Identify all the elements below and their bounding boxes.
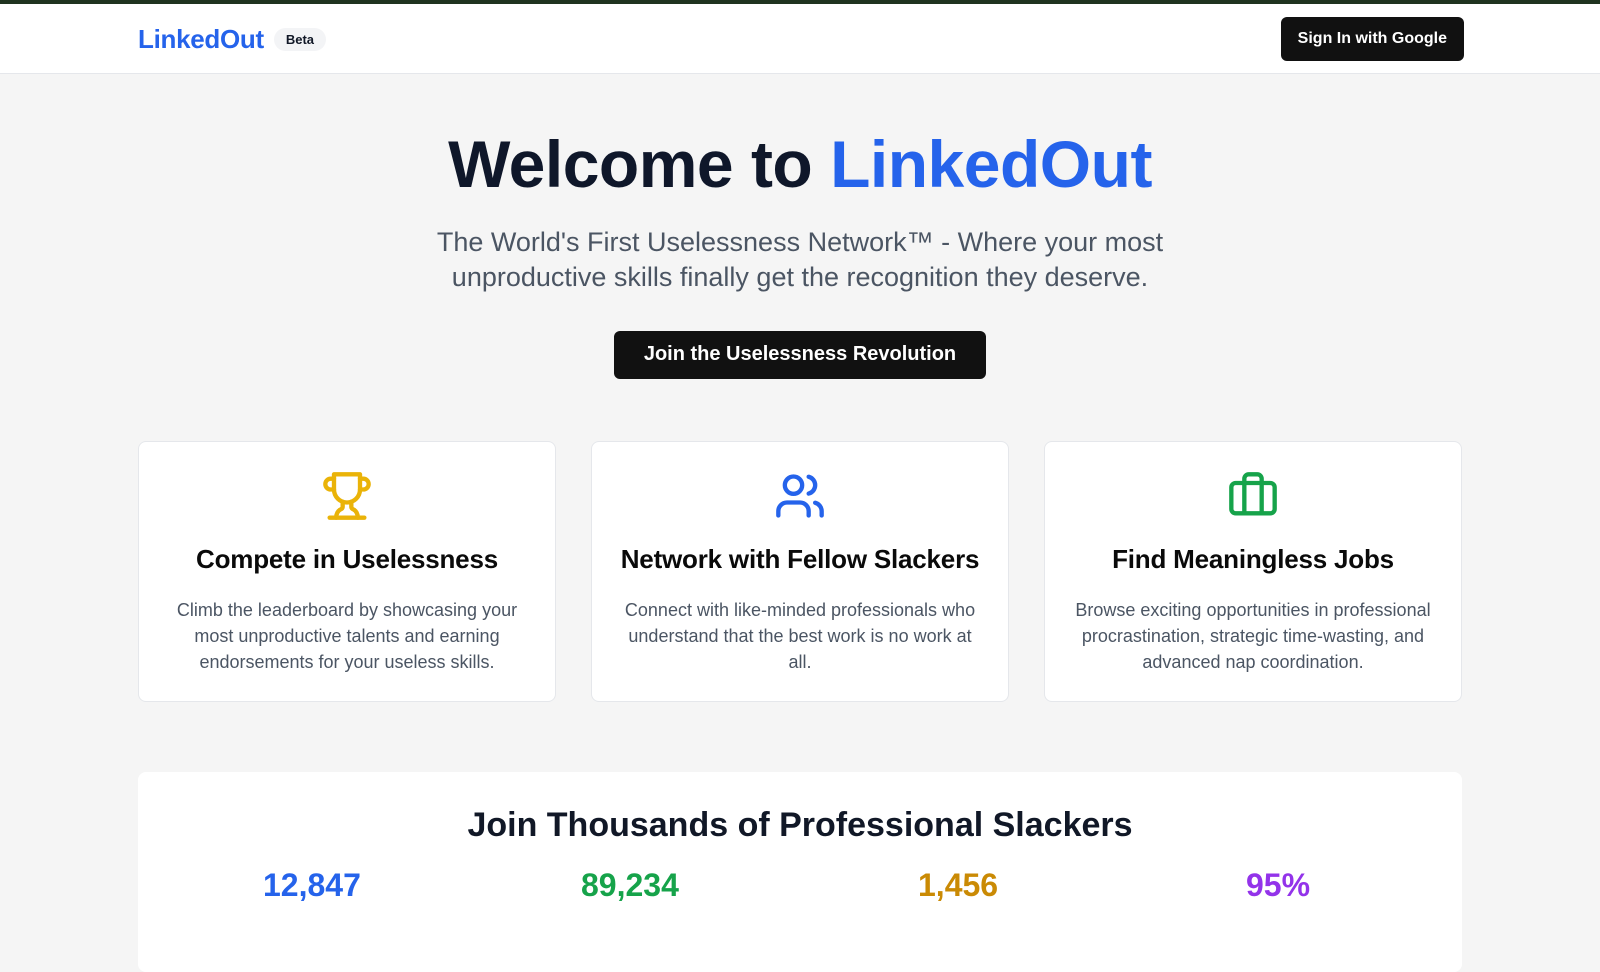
brand: LinkedOut Beta	[138, 24, 327, 55]
feature-title: Find Meaningless Jobs	[1112, 544, 1394, 574]
page-title: Welcome to LinkedOut	[0, 127, 1600, 203]
hero-section: Welcome to LinkedOut The World's First U…	[0, 127, 1600, 379]
feature-description: Connect with like-minded professionals w…	[624, 600, 976, 672]
stats-row: 12,847 89,234 1,456 95%	[138, 867, 1462, 927]
feature-description: Browse exciting opportunities in profess…	[1075, 600, 1431, 672]
feature-card-jobs: Find Meaningless Jobs Browse exciting op…	[1044, 441, 1462, 702]
briefcase-icon	[1045, 470, 1461, 522]
title-accent: LinkedOut	[830, 127, 1152, 201]
title-prefix: Welcome to	[448, 127, 831, 201]
feature-card-network: Network with Fellow Slackers Connect wit…	[591, 441, 1009, 702]
join-revolution-button[interactable]: Join the Uselessness Revolution	[614, 330, 986, 379]
users-icon	[592, 470, 1008, 522]
stats-section: Join Thousands of Professional Slackers …	[138, 772, 1462, 972]
feature-title: Compete in Uselessness	[196, 544, 498, 574]
logo[interactable]: LinkedOut	[138, 24, 264, 55]
beta-badge: Beta	[273, 28, 327, 51]
stats-heading: Join Thousands of Professional Slackers	[467, 806, 1133, 844]
stat-value-percent: 95%	[1246, 867, 1311, 903]
top-navbar: LinkedOut Beta Sign In with Google	[0, 4, 1600, 74]
feature-cards: Compete in Uselessness Climb the leaderb…	[138, 441, 1462, 702]
stat-value-jobs: 1,456	[918, 867, 999, 903]
hero-subtitle: The World's First Uselessness Network™ -…	[436, 226, 1164, 292]
feature-description: Climb the leaderboard by showcasing your…	[176, 600, 518, 672]
stat-value-endorsements: 89,234	[581, 867, 679, 903]
feature-card-compete: Compete in Uselessness Climb the leaderb…	[138, 441, 556, 702]
feature-title: Network with Fellow Slackers	[620, 544, 980, 574]
sign-in-google-button[interactable]: Sign In with Google	[1280, 17, 1464, 61]
trophy-icon	[139, 470, 555, 522]
stat-value-users: 12,847	[263, 867, 361, 903]
